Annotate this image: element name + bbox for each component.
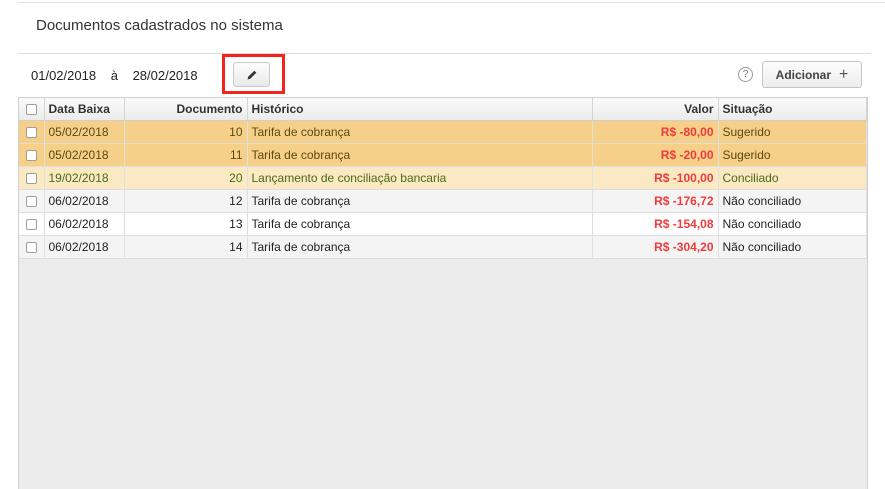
help-icon[interactable]: ? <box>738 67 753 82</box>
row-checkbox-cell[interactable] <box>19 166 45 190</box>
cell-historico: Tarifa de cobrança <box>247 143 593 167</box>
row-checkbox[interactable] <box>25 149 37 161</box>
table-row[interactable]: 05/02/2018 11 Tarifa de cobrança R$ -20,00 S… <box>19 143 867 167</box>
row-checkbox[interactable] <box>25 195 37 207</box>
page-title: Documentos cadastrados no sistema <box>36 17 283 34</box>
select-all-checkbox-cell[interactable] <box>19 98 45 121</box>
add-button-label: Adicionar <box>775 67 831 82</box>
cell-historico: Tarifa de cobrança <box>247 212 593 236</box>
date-separator: à <box>110 68 118 83</box>
cell-data-baixa: 05/02/2018 <box>44 143 125 167</box>
date-to: 28/02/2018 <box>132 68 198 83</box>
cell-situacao: Não conciliado <box>718 212 867 236</box>
select-all-checkbox[interactable] <box>25 104 37 116</box>
cell-data-baixa: 06/02/2018 <box>44 189 125 213</box>
cell-valor: R$ -20,00 <box>592 143 719 167</box>
cell-historico: Tarifa de cobrança <box>247 120 593 144</box>
table-row[interactable]: 06/02/2018 13 Tarifa de cobrança R$ -154,08… <box>19 212 867 236</box>
cell-valor: R$ -154,08 <box>592 212 719 236</box>
column-header-documento[interactable]: Documento <box>124 98 248 121</box>
table-row[interactable]: 06/02/2018 12 Tarifa de cobrança R$ -176,72… <box>19 189 867 213</box>
table-row[interactable]: 05/02/2018 10 Tarifa de cobrança R$ -80,00 S… <box>19 120 867 144</box>
cell-situacao: Não conciliado <box>718 189 867 213</box>
plus-icon: + <box>839 65 849 83</box>
row-checkbox[interactable] <box>25 172 37 184</box>
cell-documento: 14 <box>124 235 248 259</box>
table-row[interactable]: 19/02/2018 20 Lançamento de conciliação ba… <box>19 166 867 190</box>
table-row[interactable]: 06/02/2018 14 Tarifa de cobrança R$ -304,20… <box>19 235 867 259</box>
row-checkbox-cell[interactable] <box>19 212 45 236</box>
row-checkbox[interactable] <box>25 218 37 230</box>
title-divider <box>18 53 871 54</box>
row-checkbox-cell[interactable] <box>19 189 45 213</box>
row-checkbox[interactable] <box>25 126 37 138</box>
row-checkbox-cell[interactable] <box>19 143 45 167</box>
cell-documento: 10 <box>124 120 248 144</box>
cell-documento: 13 <box>124 212 248 236</box>
cell-situacao: Conciliado <box>718 166 867 190</box>
documents-table: Data Baixa Documento Histórico Valor Sit… <box>19 98 867 259</box>
cell-valor: R$ -80,00 <box>592 120 719 144</box>
cell-situacao: Não conciliado <box>718 235 867 259</box>
cell-valor: R$ -176,72 <box>592 189 719 213</box>
row-checkbox[interactable] <box>25 241 37 253</box>
row-checkbox-cell[interactable] <box>19 235 45 259</box>
cell-data-baixa: 19/02/2018 <box>44 166 125 190</box>
top-divider <box>18 2 885 3</box>
highlight-box <box>222 54 285 94</box>
cell-situacao: Sugerido <box>718 143 867 167</box>
cell-documento: 11 <box>124 143 248 167</box>
date-from: 01/02/2018 <box>31 68 97 83</box>
cell-documento: 20 <box>124 166 248 190</box>
documents-grid: Data Baixa Documento Histórico Valor Sit… <box>18 97 868 489</box>
cell-data-baixa: 06/02/2018 <box>44 212 125 236</box>
cell-data-baixa: 05/02/2018 <box>44 120 125 144</box>
cell-historico: Tarifa de cobrança <box>247 235 593 259</box>
column-header-valor[interactable]: Valor <box>592 98 719 121</box>
cell-valor: R$ -100,00 <box>592 166 719 190</box>
table-header-row: Data Baixa Documento Histórico Valor Sit… <box>19 98 867 121</box>
column-header-historico[interactable]: Histórico <box>247 98 593 121</box>
cell-historico: Lançamento de conciliação bancaria <box>247 166 593 190</box>
cell-situacao: Sugerido <box>718 120 867 144</box>
add-button[interactable]: Adicionar + <box>762 61 862 88</box>
column-header-situacao[interactable]: Situação <box>718 98 867 121</box>
row-checkbox-cell[interactable] <box>19 120 45 144</box>
date-range: 01/02/2018 à 28/02/2018 <box>31 68 198 83</box>
cell-data-baixa: 06/02/2018 <box>44 235 125 259</box>
column-header-data-baixa[interactable]: Data Baixa <box>44 98 125 121</box>
cell-documento: 12 <box>124 189 248 213</box>
cell-valor: R$ -304,20 <box>592 235 719 259</box>
cell-historico: Tarifa de cobrança <box>247 189 593 213</box>
